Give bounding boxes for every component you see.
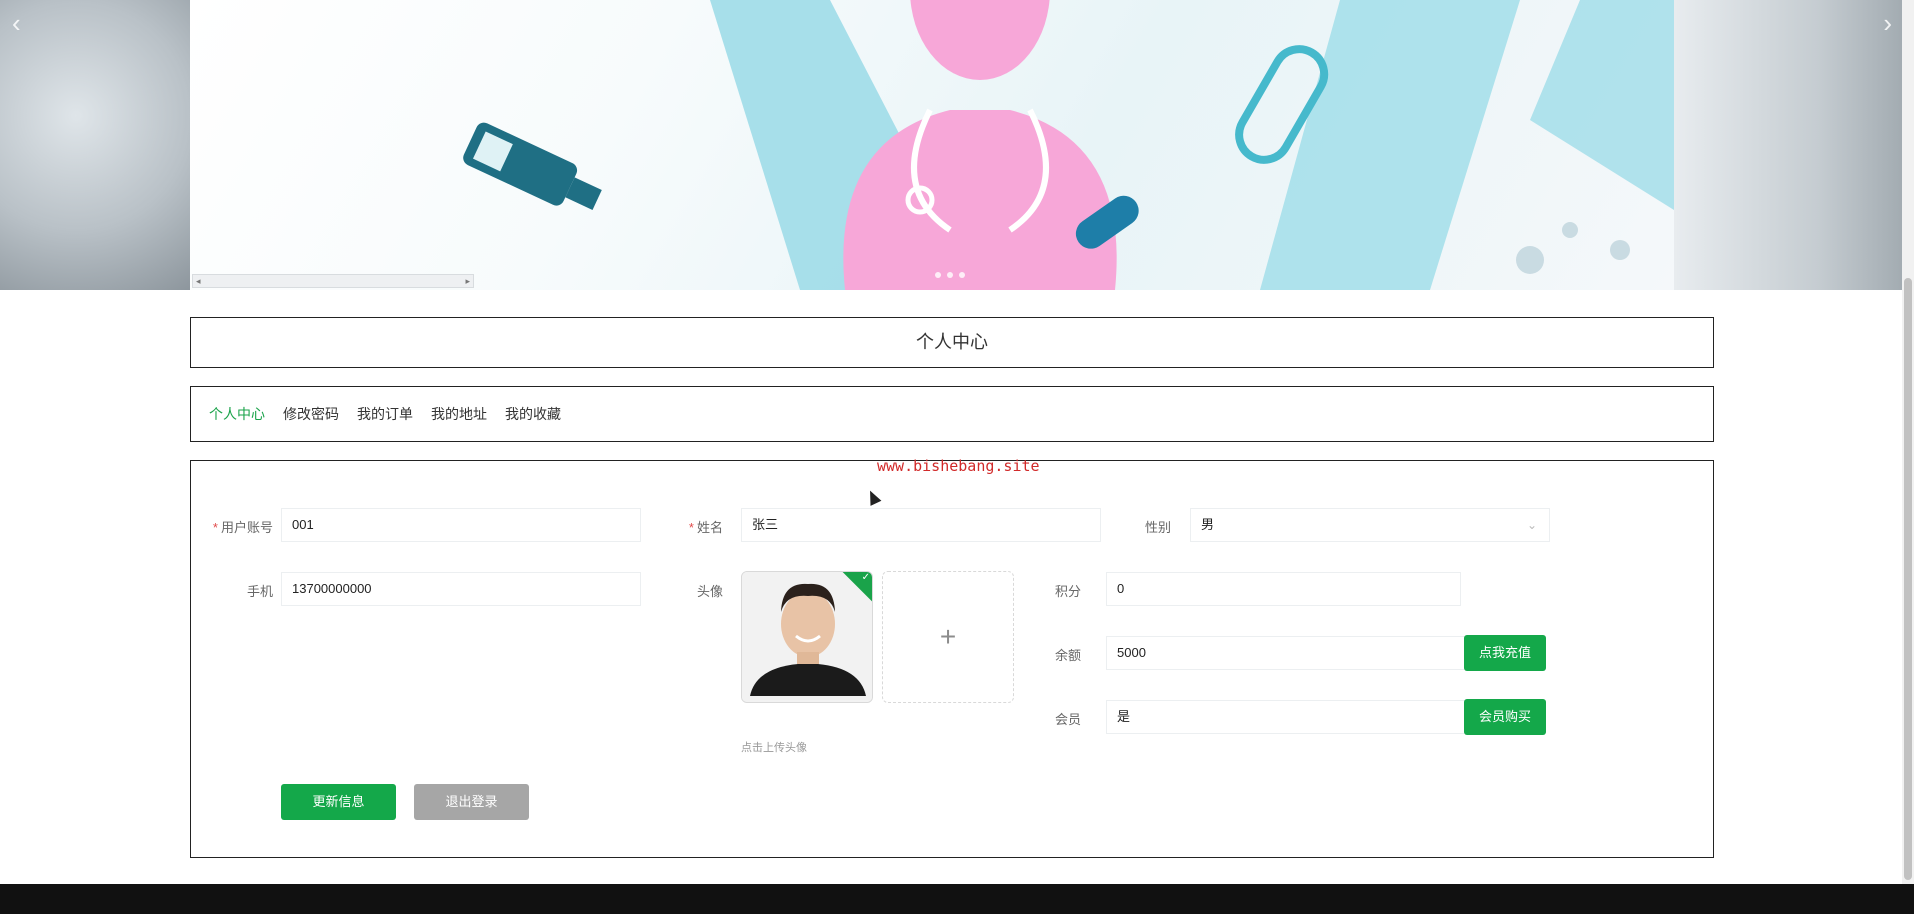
logout-button[interactable]: 退出登录 xyxy=(414,784,529,820)
recharge-button[interactable]: 点我充值 xyxy=(1464,635,1546,671)
required-mark: * xyxy=(688,520,694,535)
name-label-text: 姓名 xyxy=(696,520,723,535)
tab-my-addresses[interactable]: 我的地址 xyxy=(431,404,487,424)
gender-label: 性别 xyxy=(1144,520,1171,535)
banner-right-panel xyxy=(1674,0,1914,290)
phone-input[interactable]: 13700000000 xyxy=(281,572,641,606)
update-info-button[interactable]: 更新信息 xyxy=(281,784,396,820)
points-input[interactable]: 0 xyxy=(1106,572,1461,606)
member-buy-button[interactable]: 会员购买 xyxy=(1464,699,1546,735)
banner-left-panel xyxy=(0,0,190,290)
banner-horizontal-scrollbar[interactable]: ◂ ▸ xyxy=(192,274,474,288)
balance-input[interactable]: 5000 xyxy=(1106,636,1481,670)
account-label-text: 用户账号 xyxy=(220,520,273,535)
page-title: 个人中心 xyxy=(916,332,988,352)
avatar xyxy=(742,572,872,702)
carousel-dot[interactable] xyxy=(959,272,965,278)
avatar-upload-button[interactable]: + xyxy=(882,571,1014,703)
scroll-right-icon[interactable]: ▸ xyxy=(465,275,470,287)
tab-change-password[interactable]: 修改密码 xyxy=(283,404,339,424)
check-icon: ✓ xyxy=(861,571,870,583)
banner-prev-arrow[interactable]: ‹ xyxy=(12,8,21,39)
points-label: 积分 xyxy=(1054,584,1081,599)
account-label: * 用户账号 xyxy=(211,517,273,536)
avatar-preview[interactable]: ✓ xyxy=(741,571,873,703)
profile-tabs: 个人中心 修改密码 我的订单 我的地址 我的收藏 xyxy=(190,386,1714,442)
profile-form: www.bishebang.site * 用户账号 001 * 姓名 张三 性别 男… xyxy=(190,457,1714,858)
required-mark: * xyxy=(212,520,218,535)
tab-personal-center[interactable]: 个人中心 xyxy=(209,404,265,424)
member-label: 会员 xyxy=(1054,712,1081,727)
avatar-label: 头像 xyxy=(696,584,723,599)
scrollbar-thumb[interactable] xyxy=(1904,278,1912,880)
name-label: * 姓名 xyxy=(671,517,723,536)
tab-my-orders[interactable]: 我的订单 xyxy=(357,404,413,424)
banner-illustration xyxy=(463,0,1674,290)
hero-banner: ‹ › ◂ ▸ xyxy=(0,0,1914,290)
tab-my-favorites[interactable]: 我的收藏 xyxy=(505,404,561,424)
scroll-left-icon[interactable]: ◂ xyxy=(196,275,201,287)
footer xyxy=(0,884,1914,914)
gender-value: 男 xyxy=(1201,517,1215,532)
banner-next-arrow[interactable]: › xyxy=(1883,8,1892,39)
member-input[interactable]: 是 xyxy=(1106,700,1481,734)
carousel-dots xyxy=(935,272,965,278)
account-input[interactable]: 001 xyxy=(281,508,641,542)
plus-icon: + xyxy=(939,621,957,652)
banner-image xyxy=(190,0,1674,290)
chevron-down-icon: ⌄ xyxy=(1526,518,1537,532)
watermark-text: www.bishebang.site xyxy=(877,457,1040,475)
gender-select[interactable]: 男 ⌄ xyxy=(1190,508,1550,542)
page-title-box: 个人中心 xyxy=(190,317,1714,368)
phone-label: 手机 xyxy=(246,584,273,599)
name-input[interactable]: 张三 xyxy=(741,508,1101,542)
carousel-dot[interactable] xyxy=(935,272,941,278)
page-scrollbar[interactable] xyxy=(1902,0,1914,884)
balance-label: 余额 xyxy=(1054,648,1081,663)
carousel-dot[interactable] xyxy=(947,272,953,278)
upload-hint: 点击上传头像 xyxy=(741,742,807,754)
